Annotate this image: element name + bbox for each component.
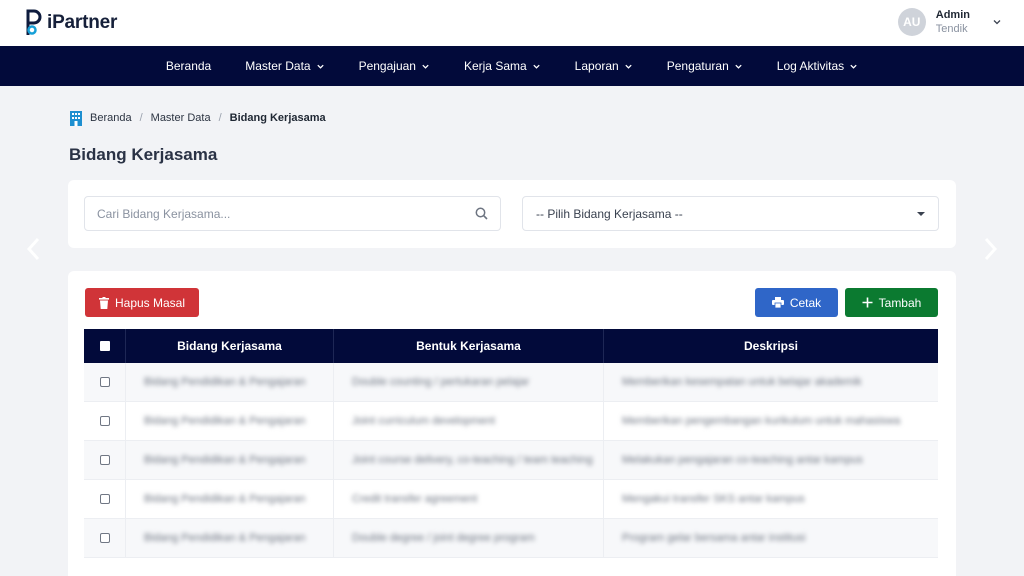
- breadcrumb-master-data[interactable]: Master Data: [151, 112, 211, 124]
- header-checkbox-cell: [84, 329, 126, 363]
- avatar: AU: [897, 8, 926, 36]
- nav-item-master-data[interactable]: Master Data: [245, 59, 324, 73]
- data-table: Bidang Kerjasama Bentuk Kerjasama Deskri…: [84, 329, 938, 558]
- table-cell: Double counting / pertukaran pelajar: [334, 363, 604, 401]
- chevron-left-icon[interactable]: [24, 236, 44, 262]
- search-box: [84, 196, 501, 231]
- header-bidang: Bidang Kerjasama: [126, 329, 334, 363]
- table-cell: Bidang Pendidikan & Pengajaran: [126, 519, 334, 557]
- row-checkbox[interactable]: [99, 377, 110, 387]
- row-checkbox-cell: [84, 480, 126, 518]
- table-cell: Bidang Pendidikan & Pengajaran: [126, 402, 334, 440]
- row-checkbox-cell: [84, 363, 126, 401]
- table-cell: Bidang Pendidikan & Pengajaran: [126, 480, 334, 518]
- nav-item-log-aktivitas[interactable]: Log Aktivitas: [777, 59, 858, 73]
- table-cell: Melakukan pengajaran co-teaching antar k…: [622, 454, 863, 466]
- chevron-down-icon: [422, 64, 429, 69]
- table-row: Bidang Pendidikan & Pengajaran Double deg…: [84, 519, 938, 558]
- table-body: Bidang Pendidikan & Pengajaran Double cou…: [84, 363, 938, 558]
- table-cell: Memberikan pengembangan kurikulum untuk …: [622, 415, 901, 427]
- add-button[interactable]: Tambah: [845, 288, 938, 317]
- chevron-down-icon: [625, 64, 632, 69]
- user-role: Tendik: [935, 23, 968, 35]
- trash-icon: [98, 296, 109, 309]
- table-card: Hapus Masal Cetak Tambah Bidang Kerjasam…: [68, 271, 956, 576]
- page-title: Bidang Kerjasama: [69, 145, 218, 164]
- breadcrumb: Beranda / Master Data / Bidang Kerjasama: [69, 110, 326, 126]
- nav-item-beranda[interactable]: Beranda: [166, 59, 211, 73]
- nav-item-pengajuan[interactable]: Pengajuan: [359, 59, 430, 73]
- table-cell: Program gelar bersama antar institusi: [622, 532, 806, 544]
- table-cell: Joint course delivery, co-teaching / tea…: [334, 441, 604, 479]
- user-menu[interactable]: AU Admin Tendik: [897, 8, 1002, 36]
- table-row: Bidang Pendidikan & Pengajaran Joint cour…: [84, 441, 938, 480]
- table-cell: Memberikan kesempatan untuk belajar akad…: [622, 376, 862, 388]
- building-icon: [70, 111, 82, 126]
- row-checkbox[interactable]: [99, 455, 110, 465]
- brand-logo[interactable]: iPartner: [22, 9, 117, 37]
- user-name: Admin: [935, 9, 970, 21]
- table-header: Bidang Kerjasama Bentuk Kerjasama Deskri…: [84, 329, 938, 363]
- row-checkbox[interactable]: [99, 494, 110, 504]
- top-header: iPartner AU Admin Tendik: [0, 0, 1024, 46]
- chevron-down-icon: [850, 64, 857, 69]
- nav-item-kerja-sama[interactable]: Kerja Sama: [464, 59, 541, 73]
- user-info: Admin Tendik: [936, 8, 970, 36]
- caret-down-icon: [917, 211, 925, 216]
- table-cell: Double degree / joint degree program: [334, 519, 604, 557]
- row-checkbox-cell: [84, 441, 126, 479]
- print-button[interactable]: Cetak: [755, 288, 838, 317]
- bulk-delete-button[interactable]: Hapus Masal: [85, 288, 199, 317]
- table-cell: Joint curriculum development: [334, 402, 604, 440]
- row-checkbox-cell: [84, 519, 126, 557]
- search-input[interactable]: [97, 206, 475, 221]
- chevron-down-icon: [735, 64, 742, 69]
- ipartner-logo-icon: [26, 9, 42, 35]
- bidang-select[interactable]: -- Pilih Bidang Kerjasama --: [522, 196, 939, 231]
- chevron-down-icon: [316, 64, 324, 69]
- select-value: -- Pilih Bidang Kerjasama --: [536, 206, 683, 221]
- chevron-down-icon: [533, 64, 540, 69]
- filter-card: -- Pilih Bidang Kerjasama --: [68, 180, 956, 248]
- nav-item-laporan[interactable]: Laporan: [575, 59, 633, 73]
- table-row: Bidang Pendidikan & Pengajaran Double cou…: [84, 363, 938, 402]
- plus-icon: [862, 297, 873, 308]
- chevron-down-icon[interactable]: [992, 17, 1002, 27]
- row-checkbox[interactable]: [99, 533, 110, 543]
- chevron-right-icon[interactable]: [980, 236, 1000, 262]
- breadcrumb-current: Bidang Kerjasama: [229, 112, 326, 124]
- row-checkbox[interactable]: [99, 416, 110, 426]
- table-cell: Bidang Pendidikan & Pengajaran: [126, 441, 334, 479]
- nav-item-pengaturan[interactable]: Pengaturan: [667, 59, 743, 73]
- table-cell: Mengakui transfer SKS antar kampus: [622, 493, 805, 505]
- header-deskripsi: Deskripsi: [743, 339, 799, 353]
- search-icon[interactable]: [475, 207, 488, 220]
- table-row: Bidang Pendidikan & Pengajaran Credit tra…: [84, 480, 938, 519]
- main-navbar: Beranda Master Data Pengajuan Kerja Sama Lap…: [0, 46, 1024, 86]
- table-cell: Credit transfer agreement: [334, 480, 604, 518]
- table-cell: Bidang Pendidikan & Pengajaran: [126, 363, 334, 401]
- header-bentuk: Bentuk Kerjasama: [334, 329, 604, 363]
- brand-name: iPartner: [47, 12, 118, 33]
- row-checkbox-cell: [84, 402, 126, 440]
- table-row: Bidang Pendidikan & Pengajaran Joint curr…: [84, 402, 938, 441]
- select-all-checkbox[interactable]: [99, 341, 110, 351]
- printer-icon: [771, 297, 784, 308]
- breadcrumb-beranda[interactable]: Beranda: [90, 112, 132, 124]
